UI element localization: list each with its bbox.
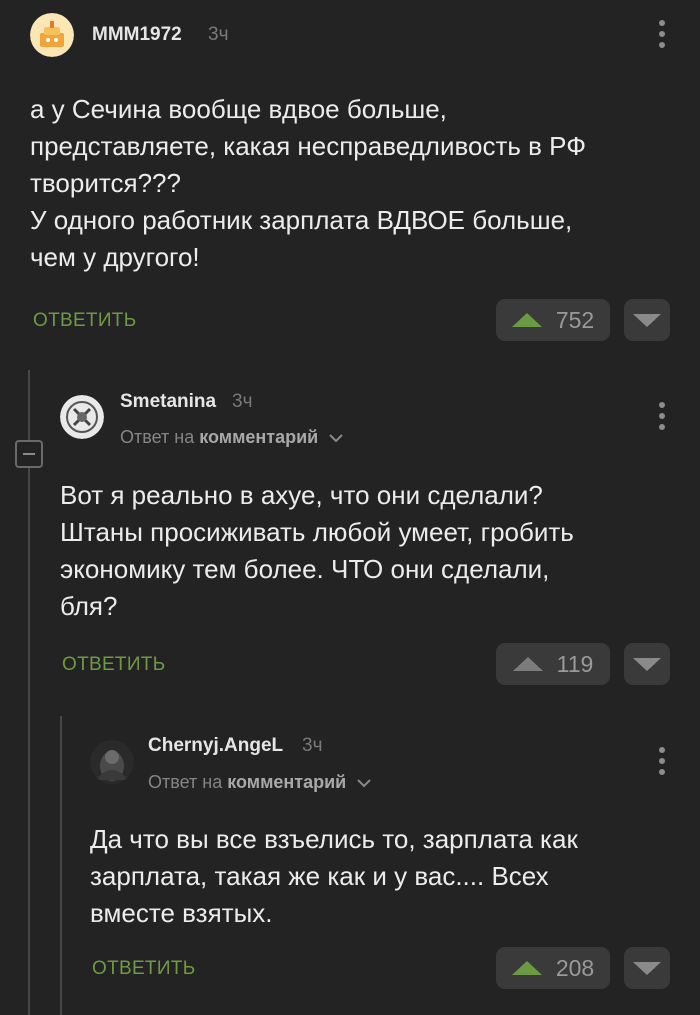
username[interactable]: MMM1972 xyxy=(92,24,182,46)
reply-button[interactable]: ОТВЕТИТЬ xyxy=(92,958,195,980)
thread-line-level-2[interactable] xyxy=(60,716,62,1015)
username[interactable]: Chernyj.AngeL xyxy=(148,735,283,757)
arrow-down-icon xyxy=(633,657,661,671)
text-line: чем у другого! xyxy=(30,242,200,272)
text-line: бля? xyxy=(60,591,118,621)
arrow-up-icon xyxy=(511,961,542,975)
text-line: представляете, какая несправедливость в … xyxy=(30,131,586,161)
upvote-button[interactable]: 208 xyxy=(496,947,610,989)
reply-to-link[interactable]: Ответ на комментарий xyxy=(148,772,371,793)
text-line: вместе взятых. xyxy=(90,898,273,928)
text-line: экономику тем более. ЧТО они сделали, xyxy=(60,554,550,584)
reply-to-target[interactable]: комментарий xyxy=(199,427,318,447)
text-line: Вот я реально в ахуе, что они сделали? xyxy=(60,480,543,510)
comment-text: а у Сечина вообще вдвое больше, представ… xyxy=(30,91,586,276)
text-line: У одного работник зарплата ВДВОЕ больше, xyxy=(30,205,573,235)
chevron-down-icon[interactable] xyxy=(357,779,371,788)
reply-button[interactable]: ОТВЕТИТЬ xyxy=(62,654,165,676)
text-line: зарплата, такая же как и у вас.... Всех xyxy=(90,861,549,891)
timestamp: 3ч xyxy=(302,735,323,756)
downvote-button[interactable] xyxy=(624,299,670,341)
comment-text: Вот я реально в ахуе, что они сделали? Ш… xyxy=(60,477,574,625)
timestamp: 3ч xyxy=(232,391,253,412)
kebab-icon[interactable] xyxy=(658,402,666,434)
avatar[interactable] xyxy=(60,395,104,439)
text-line: Штаны просиживать любой умеет, гробить xyxy=(60,517,574,547)
collapse-thread-button[interactable] xyxy=(15,440,43,468)
comments-page: MMM1972 3ч а у Сечина вообще вдвое больш… xyxy=(0,0,700,1015)
reply-to-prefix: Ответ на xyxy=(148,772,223,792)
kebab-icon[interactable] xyxy=(658,747,666,779)
text-line: творится??? xyxy=(30,168,181,198)
kebab-icon[interactable] xyxy=(658,20,666,52)
upvote-button[interactable]: 119 xyxy=(496,643,610,685)
text-line: Да что вы все взъелись то, зарплата как xyxy=(90,824,578,854)
arrow-down-icon xyxy=(633,961,661,975)
arrow-up-icon xyxy=(511,313,542,327)
arrow-down-icon xyxy=(633,313,661,327)
avatar[interactable] xyxy=(30,13,74,57)
comment-text: Да что вы все взъелись то, зарплата как … xyxy=(90,821,578,932)
text-line: а у Сечина вообще вдвое больше, xyxy=(30,94,447,124)
timestamp: 3ч xyxy=(208,24,229,45)
reply-to-prefix: Ответ на xyxy=(120,427,195,447)
vote-score: 208 xyxy=(555,954,595,981)
downvote-button[interactable] xyxy=(624,643,670,685)
vote-score: 119 xyxy=(556,650,594,677)
username[interactable]: Smetanina xyxy=(120,391,216,413)
downvote-button[interactable] xyxy=(624,947,670,989)
avatar[interactable] xyxy=(90,740,134,784)
reply-to-target[interactable]: комментарий xyxy=(227,772,346,792)
arrow-up-icon xyxy=(512,657,543,671)
reply-button[interactable]: ОТВЕТИТЬ xyxy=(33,310,136,332)
chevron-down-icon[interactable] xyxy=(329,434,343,443)
vote-score: 752 xyxy=(555,306,595,333)
reply-to-link[interactable]: Ответ на комментарий xyxy=(120,427,343,448)
upvote-button[interactable]: 752 xyxy=(496,299,610,341)
